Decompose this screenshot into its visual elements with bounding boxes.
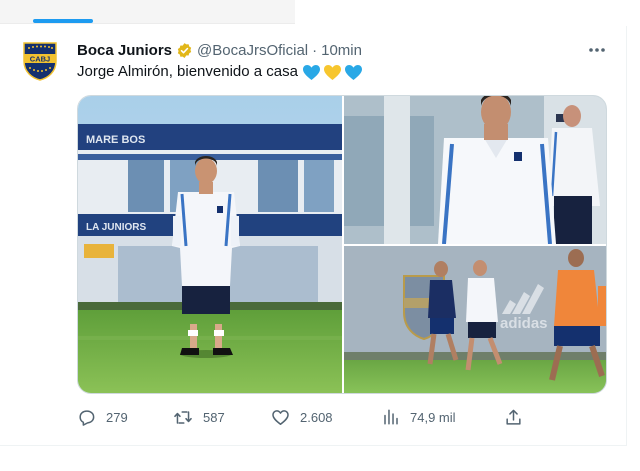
views-button[interactable]: 74,9 mil xyxy=(382,404,456,430)
tweet-text: Jorge Almirón, bienvenido a casa xyxy=(77,62,363,82)
yellow-heart-icon xyxy=(323,64,341,80)
reply-icon xyxy=(79,409,95,426)
views-chart-icon xyxy=(384,409,398,425)
reply-count: 279 xyxy=(106,409,128,425)
share-button[interactable] xyxy=(504,404,533,430)
like-count: 2.608 xyxy=(300,409,333,425)
emoji-group xyxy=(302,64,363,81)
author-handle[interactable]: @BocaJrsOficial xyxy=(197,42,308,59)
media-grid: MARE BOS LA JUNIORS adidas xyxy=(77,95,607,394)
top-strip xyxy=(0,0,640,26)
blue-heart-icon xyxy=(344,64,362,80)
reply-button[interactable]: 279 xyxy=(77,404,128,430)
retweet-count: 587 xyxy=(203,409,225,425)
tweet-divider xyxy=(0,445,627,446)
header-separator: · xyxy=(312,41,318,59)
photo-coach-closeup[interactable] xyxy=(344,96,606,244)
author-name[interactable]: Boca Juniors xyxy=(77,42,172,59)
verified-gold-badge-icon[interactable] xyxy=(176,42,193,59)
active-tab-indicator xyxy=(33,19,93,23)
retweet-icon xyxy=(174,410,192,424)
adidas-wall-text: adidas xyxy=(500,315,548,332)
views-count: 74,9 mil xyxy=(410,409,456,425)
more-dots-icon[interactable] xyxy=(586,40,608,60)
avatar-text: CABJ xyxy=(30,55,50,64)
like-button[interactable]: 2.608 xyxy=(271,404,333,430)
photo-coach-on-pitch[interactable]: MARE BOS LA JUNIORS xyxy=(78,96,342,393)
tweet-header: Boca Juniors @BocaJrsOficial · 10min xyxy=(77,40,362,60)
photo-players-training[interactable]: adidas xyxy=(344,246,606,393)
share-icon xyxy=(506,409,521,425)
tweet-timestamp[interactable]: 10min xyxy=(321,42,362,59)
building-sign-1: MARE BOS xyxy=(86,134,145,146)
boca-crest-icon: CABJ xyxy=(23,42,57,81)
blue-heart-icon xyxy=(302,64,320,80)
heart-icon xyxy=(272,409,289,425)
tweet-body: Jorge Almirón, bienvenido a casa xyxy=(77,63,298,80)
avatar[interactable]: CABJ xyxy=(20,41,60,81)
tweet-action-bar: 279 587 2.608 74,9 mil xyxy=(77,404,525,430)
timeline-border xyxy=(626,26,627,446)
retweet-button[interactable]: 587 xyxy=(173,404,225,430)
building-sign-2: LA JUNIORS xyxy=(86,222,147,233)
